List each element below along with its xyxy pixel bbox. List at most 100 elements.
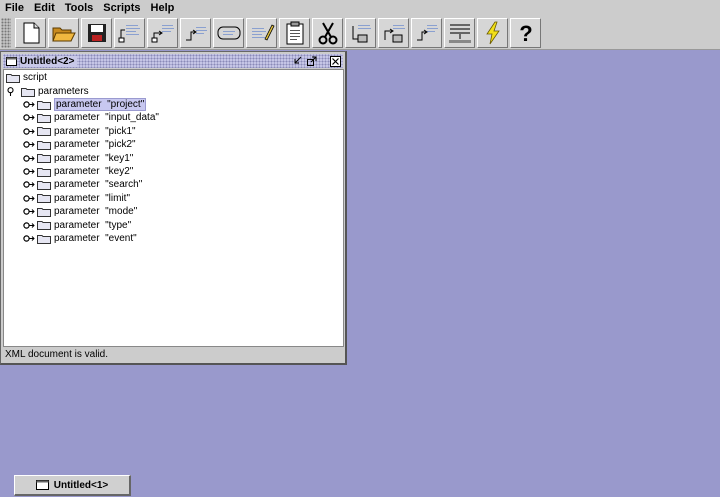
tree-item-label: parameter "type" <box>54 219 132 231</box>
window-title: Untitled<2> <box>20 55 78 67</box>
script-branch-3-icon <box>416 24 438 40</box>
new-document-button[interactable] <box>15 17 46 48</box>
close-icon <box>329 55 341 67</box>
script-step-2-icon <box>151 24 174 42</box>
folder-icon <box>37 140 51 150</box>
maximize-icon <box>307 56 317 66</box>
script-step-3-button[interactable] <box>180 17 211 48</box>
loop-button[interactable] <box>213 17 244 48</box>
save-button[interactable] <box>81 17 112 48</box>
collapsed-key-icon <box>23 128 35 135</box>
tree-item-parameter[interactable]: parameter "input_data" <box>23 111 159 124</box>
collapsed-key-icon <box>23 101 35 108</box>
tree-item-parameter[interactable]: parameter "type" <box>23 219 131 232</box>
tree-item-parameter[interactable]: parameter "mode" <box>23 205 137 218</box>
script-step-3-icon <box>185 26 207 40</box>
tree-root-label: script <box>23 72 47 83</box>
tree-item-label: parameter "pick1" <box>54 125 136 137</box>
open-button[interactable] <box>48 17 79 48</box>
svg-text:?: ? <box>519 21 532 45</box>
menu-scripts[interactable]: Scripts <box>103 2 140 14</box>
toolbar: ? <box>0 16 720 50</box>
xml-tree-panel[interactable]: script parameters parameter "project" par… <box>3 69 344 347</box>
script-step-1-icon <box>118 24 140 42</box>
collapsed-key-icon <box>23 221 35 229</box>
script-branch-3-button[interactable] <box>411 17 442 48</box>
menu-tools[interactable]: Tools <box>65 2 94 14</box>
menu-bar: File Edit Tools Scripts Help <box>0 0 720 16</box>
edit-pencil-icon <box>251 23 275 41</box>
folder-icon <box>37 207 51 217</box>
tree-item-parameter[interactable]: parameter "project" <box>23 98 147 111</box>
folder-icon <box>6 73 20 83</box>
taskbar-window-button[interactable]: Untitled<1> <box>14 475 131 496</box>
status-bar: XML document is valid. <box>3 348 344 361</box>
collapsed-key-icon <box>23 154 35 162</box>
folder-icon <box>37 221 51 231</box>
tree-item-label: parameter "key1" <box>54 152 134 164</box>
save-disk-icon <box>87 23 106 42</box>
minimize-button[interactable] <box>291 55 303 67</box>
scissors-icon <box>318 22 337 44</box>
tree-item-label: parameter "key2" <box>54 166 134 177</box>
window-icon <box>35 480 49 490</box>
tree-item-parameter[interactable]: parameter "search" <box>23 178 142 191</box>
script-branch-1-icon <box>352 24 371 42</box>
tree-item-label: parameter "mode" <box>54 206 138 218</box>
tree-item-parameter[interactable]: parameter "pick2" <box>23 138 136 151</box>
folder-icon <box>37 194 51 204</box>
folder-icon <box>37 127 51 137</box>
tree-node-parameters[interactable]: parameters <box>6 85 89 98</box>
new-document-icon <box>23 22 39 43</box>
script-branch-2-button[interactable] <box>378 17 409 48</box>
cut-button[interactable] <box>312 17 343 48</box>
open-folder-icon <box>51 27 76 41</box>
maximize-button[interactable] <box>306 55 318 67</box>
clipboard-button[interactable] <box>279 17 310 48</box>
folder-icon <box>37 154 51 164</box>
status-text: XML document is valid. <box>5 349 109 360</box>
script-branch-1-button[interactable] <box>345 17 376 48</box>
lightning-icon <box>485 21 500 44</box>
tree-item-label: parameter "pick2" <box>54 139 136 151</box>
tree-item-parameter[interactable]: parameter "pick1" <box>23 125 136 138</box>
tree-group-label: parameters <box>38 86 89 97</box>
collapsed-key-icon <box>23 235 35 242</box>
folder-icon <box>37 234 51 244</box>
build-grid-icon <box>448 23 471 43</box>
tree-item-parameter[interactable]: parameter "event" <box>23 232 137 245</box>
folder-icon <box>37 167 51 177</box>
help-button[interactable]: ? <box>510 17 541 48</box>
script-step-2-button[interactable] <box>147 17 178 48</box>
collapsed-key-icon <box>23 208 35 215</box>
menu-help[interactable]: Help <box>151 2 175 14</box>
tree-item-parameter[interactable]: parameter "key2" <box>23 165 133 178</box>
run-button[interactable] <box>477 17 508 48</box>
script-step-1-button[interactable] <box>114 17 145 48</box>
menu-edit[interactable]: Edit <box>34 2 55 14</box>
expanded-key-icon <box>7 87 14 96</box>
help-question-icon: ? <box>519 21 532 45</box>
tree-item-parameter[interactable]: parameter "key1" <box>23 152 133 165</box>
tree-item-label: parameter "event" <box>54 233 137 244</box>
collapsed-key-icon <box>23 181 35 189</box>
minimize-icon <box>294 56 302 64</box>
folder-icon <box>37 180 51 190</box>
edit-button[interactable] <box>246 17 277 48</box>
loop-icon <box>217 26 240 39</box>
clipboard-icon <box>286 21 303 44</box>
close-button[interactable] <box>329 55 341 67</box>
tree-root-script[interactable]: script <box>6 71 47 84</box>
document-window: Untitled<2> script parameters parameter … <box>0 51 347 365</box>
build-button[interactable] <box>444 17 475 48</box>
tree-item-label: parameter "search" <box>54 179 143 191</box>
menu-file[interactable]: File <box>5 2 24 14</box>
window-icon <box>6 56 17 66</box>
toolbar-grip[interactable] <box>1 17 11 48</box>
tree-item-label: parameter "input_data" <box>54 112 159 124</box>
collapsed-key-icon <box>23 141 35 148</box>
folder-icon <box>37 100 51 110</box>
collapsed-key-icon <box>23 168 35 175</box>
tree-item-parameter[interactable]: parameter "limit" <box>23 192 130 205</box>
window-titlebar[interactable]: Untitled<2> <box>3 54 343 68</box>
